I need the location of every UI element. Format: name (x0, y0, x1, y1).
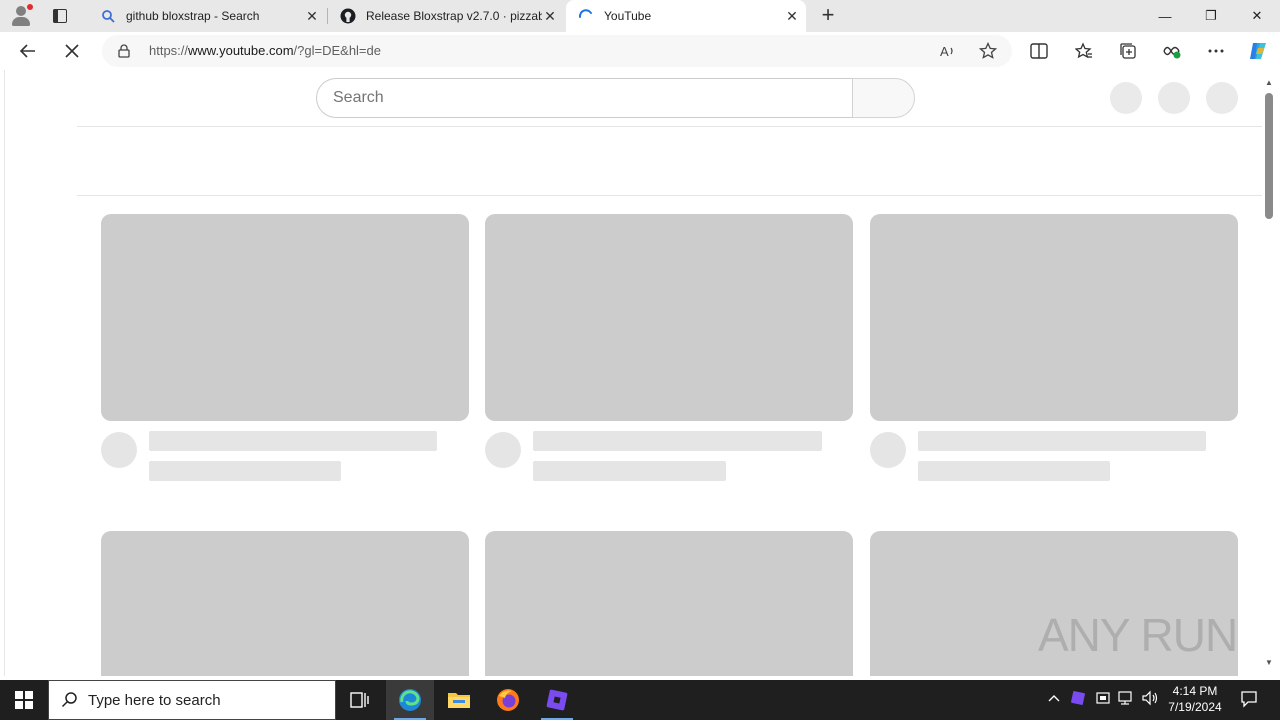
channel-avatar-placeholder (870, 432, 906, 468)
address-bar[interactable]: https://www.youtube.com/?gl=DE&hl=de A (102, 35, 1012, 67)
video-title-placeholder (533, 431, 822, 451)
video-title-placeholder (918, 431, 1206, 451)
close-tab-icon[interactable]: ✕ (542, 8, 558, 24)
split-screen-icon[interactable] (1025, 37, 1053, 65)
tab-github-release[interactable]: Release Bloxstrap v2.7.0 · pizzabo ✕ (328, 0, 564, 32)
windows-taskbar: Type here to search 4:14 PM 7/19/2024 (0, 680, 1280, 720)
avatar (1206, 82, 1238, 114)
search-placeholder: Search (333, 89, 384, 106)
bloxstrap-icon[interactable] (533, 680, 581, 720)
back-arrow-icon[interactable] (14, 37, 42, 65)
network-icon[interactable] (1118, 690, 1136, 709)
firefox-icon[interactable] (484, 680, 532, 720)
youtube-page: Search (4, 70, 1276, 676)
taskbar-search-input[interactable]: Type here to search (48, 680, 336, 720)
task-view-icon[interactable] (336, 680, 384, 720)
tab-youtube[interactable]: YouTube ✕ (566, 0, 806, 32)
tab-title: Release Bloxstrap v2.7.0 · pizzabo (366, 9, 542, 23)
tab-title: github bloxstrap - Search (126, 9, 260, 23)
header-placeholder-circle (1158, 82, 1190, 114)
security-tray-icon[interactable] (1095, 690, 1111, 709)
video-thumbnail-placeholder[interactable] (101, 531, 469, 676)
windows-start-icon[interactable] (0, 680, 48, 720)
svg-text:A: A (940, 44, 949, 59)
url-text[interactable]: https://www.youtube.com/?gl=DE&hl=de (149, 43, 381, 58)
lock-icon[interactable] (118, 44, 130, 63)
video-meta-placeholder (149, 461, 341, 481)
search-icon (61, 691, 79, 713)
tab-title: YouTube (604, 9, 652, 23)
header-placeholder-circle (1110, 82, 1142, 114)
search-input[interactable]: Search (316, 78, 853, 118)
url-scheme: https:// (149, 43, 189, 58)
browser-toolbar: https://www.youtube.com/?gl=DE&hl=de A (0, 32, 1280, 70)
anyrun-watermark: ANY RUN (1038, 609, 1238, 661)
taskbar-search-placeholder: Type here to search (88, 692, 221, 709)
favorites-icon[interactable] (1070, 37, 1098, 65)
profile-avatar-icon[interactable] (8, 3, 34, 29)
file-explorer-icon[interactable] (435, 680, 483, 720)
read-aloud-icon[interactable]: A (934, 37, 962, 65)
bloxstrap-tray-icon[interactable] (1070, 690, 1086, 709)
scrollbar-thumb[interactable] (1265, 93, 1273, 219)
scroll-up-arrow-icon[interactable]: ▲ (1265, 78, 1273, 87)
header-divider (77, 126, 1267, 127)
scroll-down-arrow-icon[interactable]: ▼ (1265, 658, 1273, 667)
close-window-button[interactable]: ✕ (1234, 0, 1280, 32)
favorite-star-icon[interactable] (974, 37, 1002, 65)
notifications-icon[interactable] (1240, 690, 1258, 711)
volume-icon[interactable] (1142, 690, 1160, 709)
more-options-icon[interactable] (1202, 37, 1230, 65)
stop-loading-icon[interactable] (58, 37, 86, 65)
search-icon (100, 8, 116, 24)
video-thumbnail-placeholder[interactable] (485, 214, 853, 421)
chips-divider (77, 195, 1267, 196)
close-tab-icon[interactable]: ✕ (304, 8, 320, 24)
video-meta-placeholder (533, 461, 726, 481)
clock-date: 7/19/2024 (1168, 700, 1222, 714)
video-meta-placeholder (918, 461, 1110, 481)
tab-strip: github bloxstrap - Search ✕ Release Blox… (0, 0, 1280, 32)
video-thumbnail-placeholder[interactable] (485, 531, 853, 676)
video-title-placeholder (149, 431, 437, 451)
loading-spinner-icon (578, 8, 594, 24)
close-tab-icon[interactable]: ✕ (784, 8, 800, 24)
clock-time: 4:14 PM (1172, 684, 1218, 698)
maximize-button[interactable]: ❐ (1188, 0, 1234, 32)
new-tab-button[interactable]: + (816, 4, 840, 28)
copilot-icon[interactable] (1244, 37, 1272, 65)
tab-actions-icon[interactable] (50, 6, 70, 26)
tab-bing-search[interactable]: github bloxstrap - Search ✕ (88, 0, 326, 32)
url-host: www.youtube.com (188, 43, 294, 58)
channel-avatar-placeholder (101, 432, 137, 468)
url-path: /?gl=DE&hl=de (293, 43, 381, 58)
video-thumbnail-placeholder[interactable] (101, 214, 469, 421)
show-hidden-icons-chevron-icon[interactable] (1047, 690, 1061, 706)
edge-browser-icon[interactable] (386, 680, 434, 720)
minimize-button[interactable]: — (1142, 0, 1188, 32)
video-thumbnail-placeholder[interactable] (870, 214, 1238, 421)
collections-icon[interactable] (1114, 37, 1142, 65)
system-clock[interactable]: 4:14 PM 7/19/2024 (1160, 683, 1230, 715)
channel-avatar-placeholder (485, 432, 521, 468)
github-icon (340, 8, 356, 24)
search-button[interactable] (852, 78, 915, 118)
browser-essentials-icon[interactable] (1158, 37, 1186, 65)
